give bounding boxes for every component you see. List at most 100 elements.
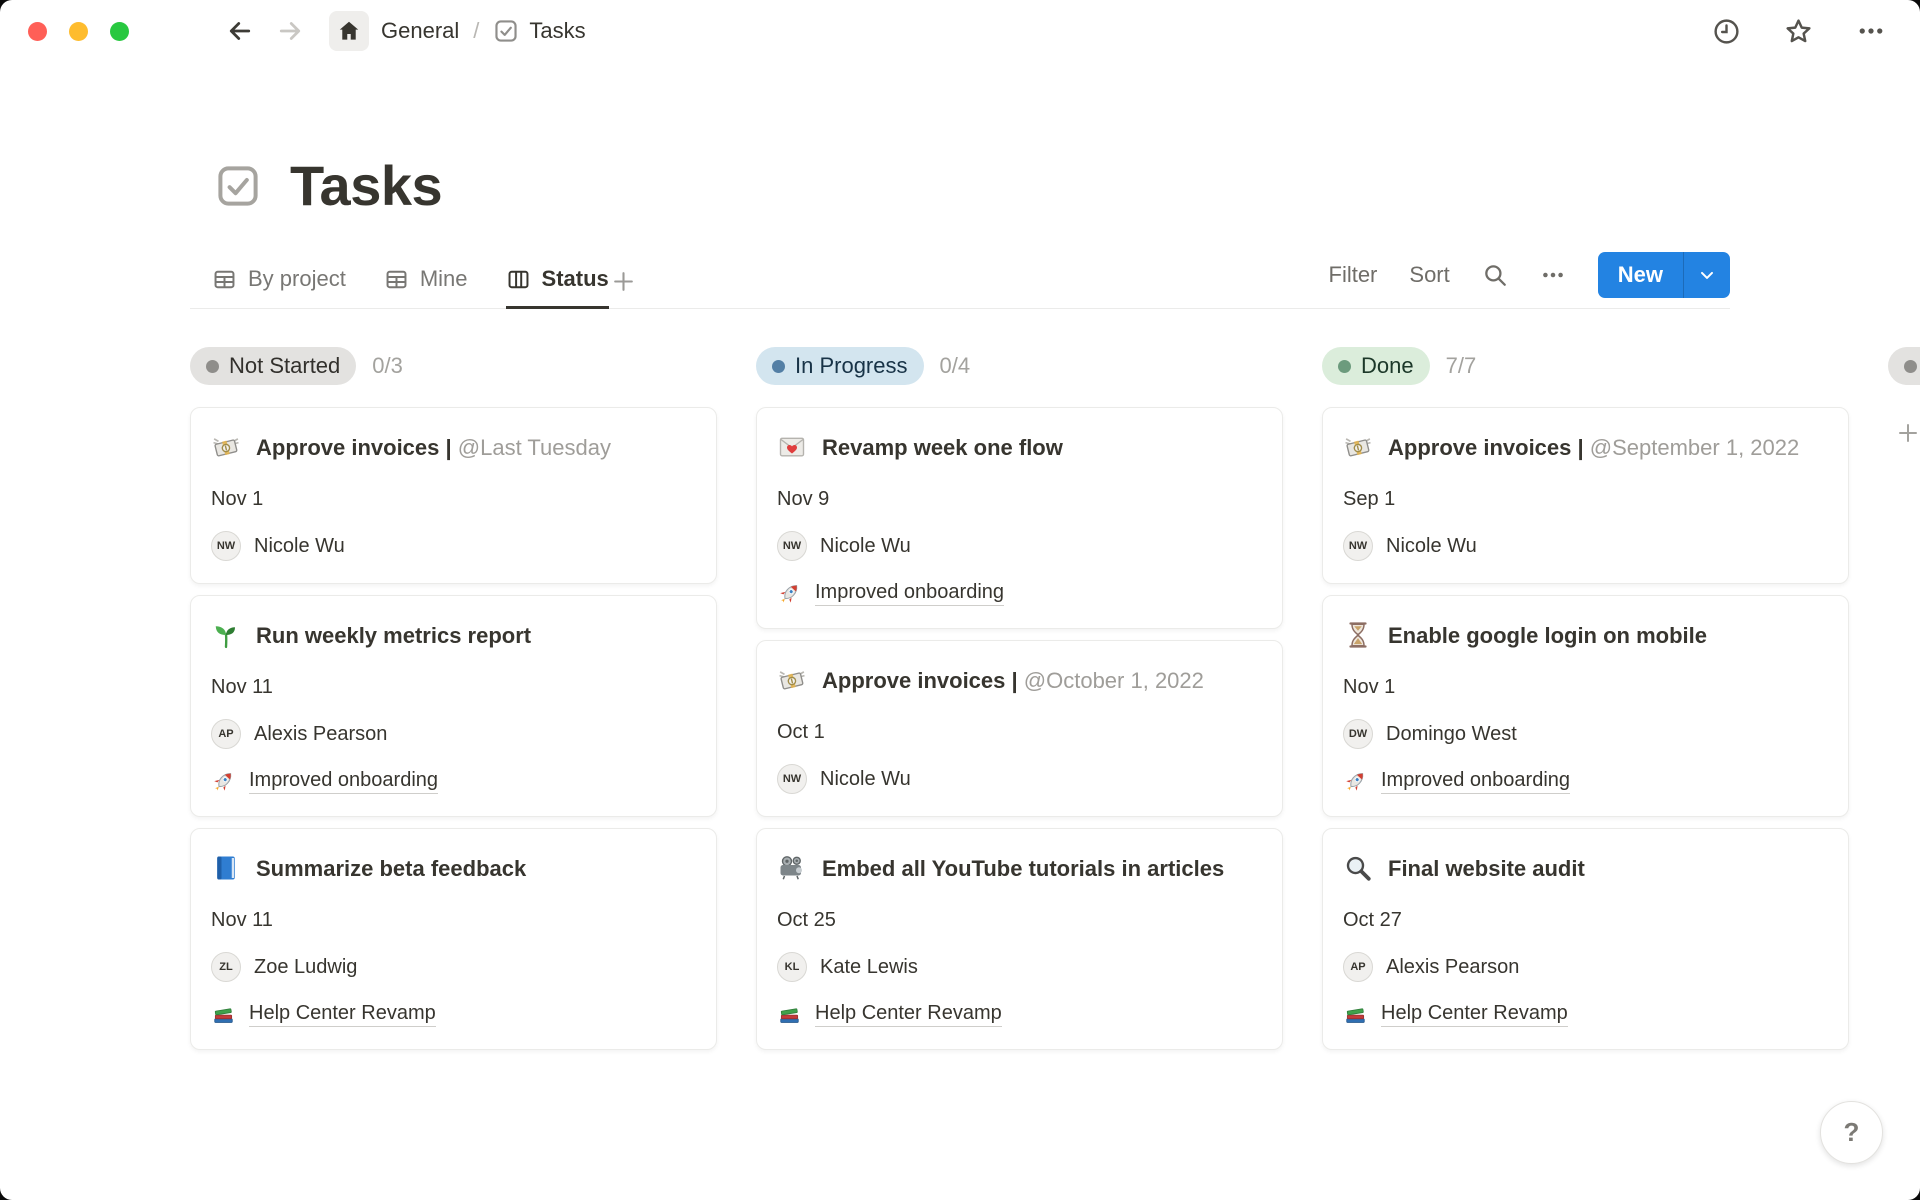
close-window-button[interactable]	[28, 22, 47, 41]
due-date: Oct 25	[777, 909, 1262, 932]
assignee: AP Alexis Pearson	[1343, 952, 1828, 982]
help-button[interactable]: ?	[1820, 1101, 1883, 1164]
view-tabs-bar: By projectMineStatus Filter Sort New	[190, 256, 1730, 309]
assignee: NW Nicole Wu	[1343, 531, 1828, 561]
avatar: NW	[211, 531, 241, 561]
back-button[interactable]	[225, 16, 255, 46]
assignee-name: Nicole Wu	[820, 535, 911, 558]
more-options-icon[interactable]	[1856, 16, 1886, 46]
tab-status[interactable]: Status	[506, 266, 609, 309]
assignee-name: Nicole Wu	[254, 535, 345, 558]
breadcrumb-root[interactable]: General	[381, 18, 459, 44]
forward-button[interactable]	[275, 16, 305, 46]
due-date: Nov 9	[777, 488, 1262, 511]
favorite-star-icon[interactable]	[1783, 16, 1814, 47]
board-column-not-started: Not Started 0/3 Approve invoices | @Last T…	[190, 347, 717, 1050]
task-card[interactable]: Revamp week one flowNov 9NWNicole WuImpr…	[756, 407, 1283, 629]
assignee: APAlexis Pearson	[211, 719, 696, 749]
task-card[interactable]: Enable google login on mobile Nov 1 DW Domi…	[1322, 595, 1849, 817]
status-badge[interactable]: Not Started	[190, 347, 356, 385]
rocket-icon	[777, 581, 802, 606]
assignee-name: Domingo West	[1386, 723, 1517, 746]
new-button[interactable]: New	[1598, 252, 1730, 298]
search-icon[interactable]	[1482, 262, 1508, 288]
project-link[interactable]: Improved onboarding	[1343, 769, 1828, 794]
check-square-icon	[493, 18, 519, 44]
projector-icon	[777, 853, 807, 889]
project-link[interactable]: Improved onboarding	[211, 769, 696, 794]
breadcrumb-page[interactable]: Tasks	[493, 18, 585, 44]
tab-mine[interactable]: Mine	[384, 266, 468, 309]
avatar: AP	[1343, 952, 1373, 982]
task-title: Embed all YouTube tutorials in articles	[822, 849, 1224, 889]
board-column-in-progress: In Progress0/4Revamp week one flowNov 9N…	[756, 347, 1283, 1050]
table-icon	[212, 267, 237, 292]
task-card[interactable]: Embed all YouTube tutorials in articles O…	[756, 828, 1283, 1050]
new-dropdown-icon[interactable]	[1684, 252, 1730, 298]
board-column-done: Done 7/7 Approve invoices | @September 1, …	[1322, 347, 1849, 1050]
tab-by-project[interactable]: By project	[212, 266, 346, 309]
due-date: Nov 11	[211, 909, 696, 932]
blue-book-icon	[211, 853, 241, 889]
due-date: Nov 1	[1343, 676, 1828, 699]
zoom-window-button[interactable]	[110, 22, 129, 41]
filter-button[interactable]: Filter	[1329, 262, 1378, 288]
assignee-name: Alexis Pearson	[254, 723, 387, 746]
task-card[interactable]: Run weekly metrics reportNov 11APAlexis …	[190, 595, 717, 817]
rocket-icon	[1343, 769, 1368, 794]
books-icon	[1343, 1002, 1368, 1027]
view-options-icon[interactable]	[1540, 262, 1566, 288]
books-icon	[777, 1002, 802, 1027]
assignee: DW Domingo West	[1343, 719, 1828, 749]
status-badge[interactable]: Done	[1322, 347, 1430, 385]
sort-button[interactable]: Sort	[1409, 262, 1449, 288]
avatar: NW	[1343, 531, 1373, 561]
assignee: NWNicole Wu	[777, 531, 1262, 561]
avatar: ZL	[211, 952, 241, 982]
add-card-button[interactable]	[1896, 419, 1920, 447]
love-letter-icon	[777, 432, 807, 468]
task-card[interactable]: Approve invoices | @September 1, 2022 Sep…	[1322, 407, 1849, 584]
task-card[interactable]: Final website auditOct 27APAlexis Pearso…	[1322, 828, 1849, 1050]
project-label: Improved onboarding	[815, 581, 1004, 606]
breadcrumb-separator: /	[473, 18, 479, 44]
project-link[interactable]: Help Center Revamp	[777, 1002, 1262, 1027]
project-label: Help Center Revamp	[249, 1002, 436, 1027]
task-title: Enable google login on mobile	[1388, 616, 1707, 656]
add-view-button[interactable]	[611, 269, 636, 308]
due-date: Sep 1	[1343, 488, 1828, 511]
assignee-name: Alexis Pearson	[1386, 956, 1519, 979]
project-link[interactable]: Help Center Revamp	[211, 1002, 696, 1027]
sidebar-toggle-icon[interactable]	[167, 19, 199, 43]
kanban-board: Not Started 0/3 Approve invoices | @Last T…	[0, 347, 1920, 1050]
task-card[interactable]: Summarize beta feedbackNov 11ZLZoe Ludwi…	[190, 828, 717, 1050]
status-badge[interactable]: In Progress	[756, 347, 924, 385]
money-with-wings-icon	[211, 432, 241, 468]
assignee-name: Kate Lewis	[820, 956, 918, 979]
task-title: Approve invoices | @September 1, 2022	[1388, 428, 1799, 468]
assignee: KLKate Lewis	[777, 952, 1262, 982]
status-badge[interactable]: Archived	[1888, 347, 1920, 385]
page-title: Tasks	[290, 158, 442, 214]
avatar: NW	[777, 764, 807, 794]
rocket-icon	[211, 769, 236, 794]
column-count: 0/4	[940, 353, 971, 379]
table-icon	[384, 267, 409, 292]
status-label: In Progress	[795, 353, 908, 379]
task-card[interactable]: Approve invoices | @Last TuesdayNov 1NWN…	[190, 407, 717, 584]
avatar: DW	[1343, 719, 1373, 749]
money-with-wings-icon	[777, 665, 807, 701]
seedling-icon	[211, 620, 241, 656]
project-link[interactable]: Help Center Revamp	[1343, 1002, 1828, 1027]
tab-label: Status	[542, 266, 609, 292]
assignee-name: Nicole Wu	[1386, 535, 1477, 558]
status-dot-icon	[206, 360, 219, 373]
column-count: 0/3	[372, 353, 403, 379]
home-button[interactable]	[329, 11, 369, 51]
task-card[interactable]: Approve invoices | @October 1, 2022Oct 1…	[756, 640, 1283, 817]
minimize-window-button[interactable]	[69, 22, 88, 41]
history-clock-icon[interactable]	[1712, 17, 1741, 46]
project-link[interactable]: Improved onboarding	[777, 581, 1262, 606]
tab-label: By project	[248, 266, 346, 292]
column-count: 7/7	[1446, 353, 1477, 379]
